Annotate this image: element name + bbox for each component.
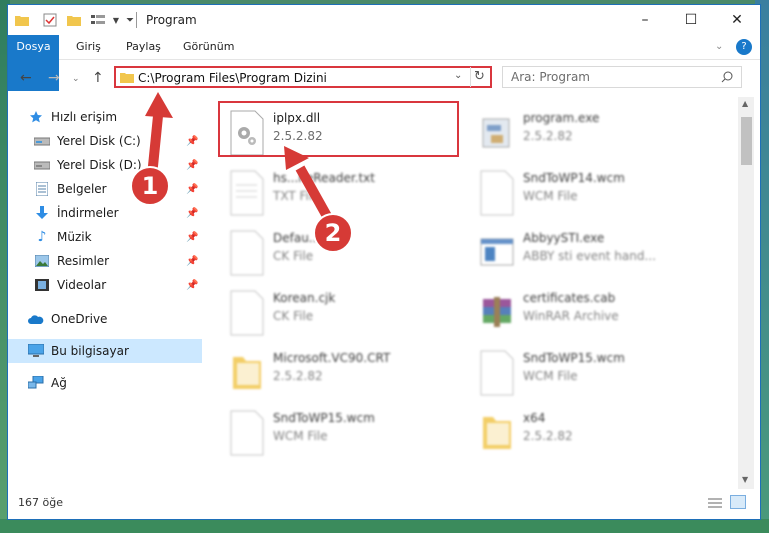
arrow-2-head [284, 146, 309, 170]
arrow-1-head [145, 92, 173, 118]
step-1-badge: 1 [130, 166, 170, 206]
arrow-2-shaft [295, 165, 333, 221]
step-2-badge: 2 [313, 213, 353, 253]
annotation-arrows [145, 92, 333, 221]
